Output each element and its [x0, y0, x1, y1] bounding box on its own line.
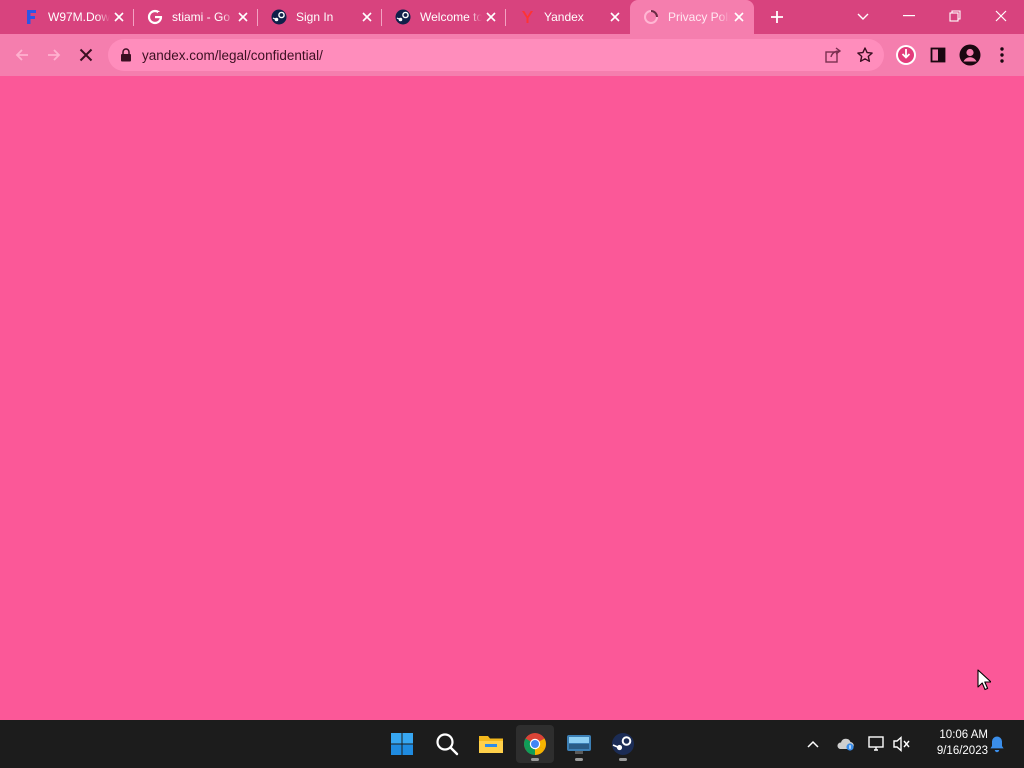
close-icon[interactable]	[730, 8, 748, 26]
share-icon[interactable]	[824, 46, 842, 64]
more-menu-icon[interactable]	[990, 43, 1014, 67]
windows-taskbar: 10:06 AM 9/16/2023	[0, 720, 1024, 768]
tab-title: Privacy Poli	[668, 10, 730, 24]
notification-bell-icon[interactable]	[985, 732, 1009, 756]
search-icon[interactable]	[428, 725, 466, 763]
loading-spinner-icon	[643, 9, 659, 25]
page-content-area[interactable]	[0, 76, 1024, 720]
network-icon[interactable]	[864, 732, 888, 756]
tab-title: Yandex	[544, 10, 584, 24]
chrome-icon[interactable]	[516, 725, 554, 763]
close-icon[interactable]	[606, 8, 624, 26]
close-icon[interactable]	[482, 8, 500, 26]
tab-2[interactable]: stiami - Go	[134, 0, 258, 34]
chevron-down-icon[interactable]	[853, 7, 873, 27]
browser-toolbar: yandex.com/legal/confidential/	[0, 34, 1024, 76]
running-indicator	[619, 758, 627, 761]
stop-loading-icon[interactable]	[74, 43, 98, 67]
tab-title: Sign In	[296, 10, 334, 24]
chevron-up-icon[interactable]	[801, 732, 825, 756]
steam-icon[interactable]	[604, 725, 642, 763]
new-tab-icon[interactable]	[766, 6, 788, 28]
profile-avatar-icon[interactable]	[958, 43, 982, 67]
restore-icon[interactable]	[932, 0, 978, 32]
remote-desktop-icon[interactable]	[560, 725, 598, 763]
steam-icon	[271, 9, 287, 25]
download-icon[interactable]	[894, 43, 918, 67]
close-icon[interactable]	[234, 8, 252, 26]
tab-3[interactable]: Sign In	[258, 0, 382, 34]
yandex-icon	[519, 9, 535, 25]
close-window-icon[interactable]	[978, 0, 1024, 32]
tab-5[interactable]: Yandex	[506, 0, 630, 34]
tab-6-active[interactable]: Privacy Poli	[630, 0, 754, 34]
clock-date: 9/16/2023	[936, 745, 988, 757]
back-arrow-icon[interactable]	[10, 43, 34, 67]
mouse-cursor-icon	[977, 669, 991, 691]
minimize-icon[interactable]	[886, 0, 932, 32]
running-indicator	[575, 758, 583, 761]
volume-muted-icon[interactable]	[890, 732, 914, 756]
tab-1[interactable]: W97M.Dow	[10, 0, 134, 34]
onedrive-cloud-icon[interactable]	[833, 732, 857, 756]
clock-time: 10:06 AM	[939, 729, 988, 741]
close-icon[interactable]	[358, 8, 376, 26]
side-panel-icon[interactable]	[926, 43, 950, 67]
tab-4[interactable]: Welcome to	[382, 0, 506, 34]
steam-icon	[395, 9, 411, 25]
file-explorer-icon[interactable]	[472, 725, 510, 763]
forward-arrow-icon[interactable]	[42, 43, 66, 67]
lock-icon[interactable]	[120, 48, 132, 62]
url-text[interactable]: yandex.com/legal/confidential/	[142, 48, 323, 63]
address-bar[interactable]: yandex.com/legal/confidential/	[108, 39, 884, 71]
bookmark-star-icon[interactable]	[856, 46, 874, 64]
running-indicator	[531, 758, 539, 761]
taskbar-clock[interactable]: 10:06 AM 9/16/2023	[918, 727, 988, 759]
tab-title: stiami - Go	[172, 10, 231, 24]
tab-title: Welcome to	[420, 10, 482, 24]
tab-title: W97M.Dow	[48, 10, 110, 24]
google-icon	[147, 9, 163, 25]
tab-strip: W97M.Dow stiami - Go Sign In Welcome to	[0, 0, 1024, 34]
windows-start-icon[interactable]	[383, 725, 421, 763]
close-icon[interactable]	[110, 8, 128, 26]
f-logo-icon	[23, 9, 39, 25]
